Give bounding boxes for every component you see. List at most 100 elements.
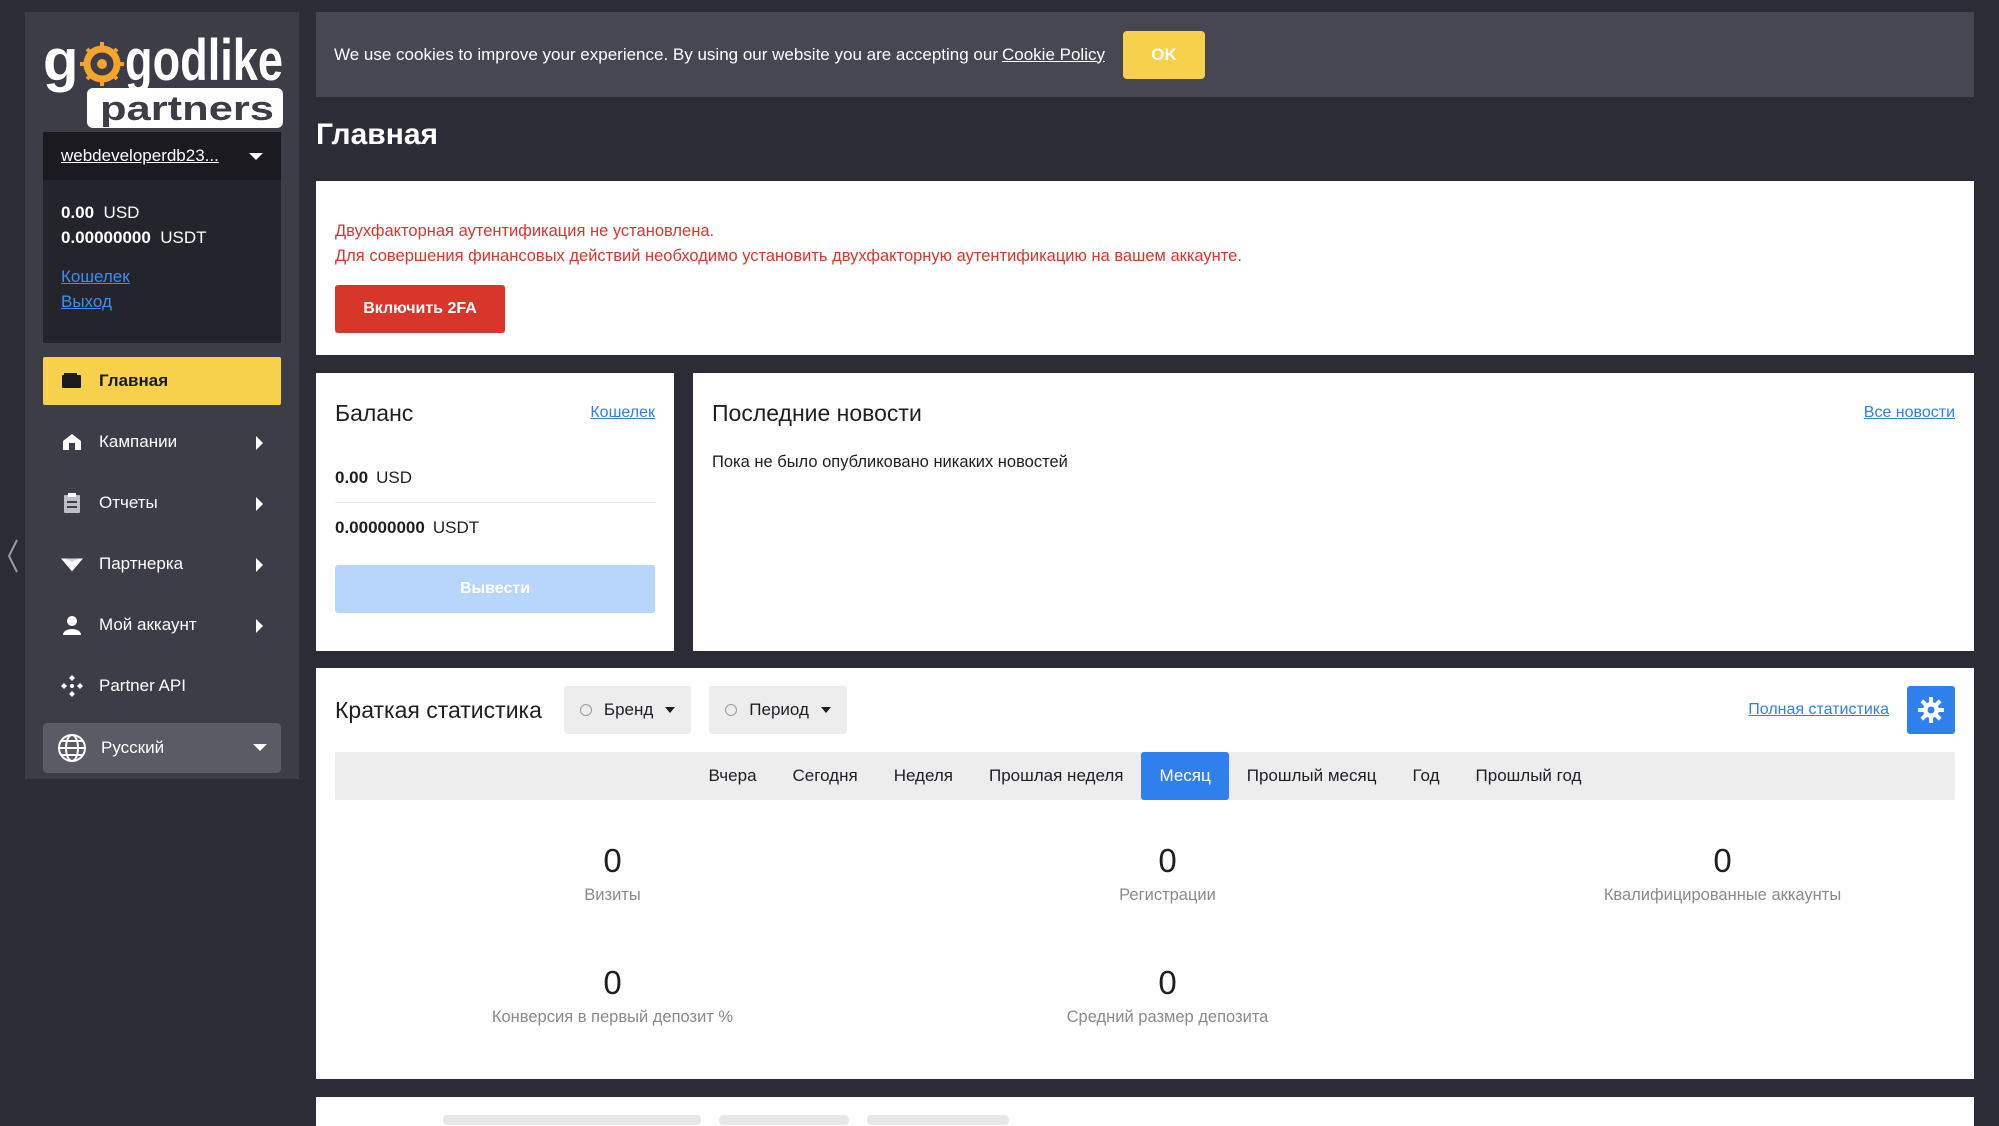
account-balance-usd: 0.00 USD xyxy=(61,203,140,222)
cookie-ok-button[interactable]: OK xyxy=(1122,30,1205,79)
twofa-alert: Двухфакторная аутентификация не установл… xyxy=(316,181,1974,355)
news-empty-text: Пока не было опубликовано никаких новост… xyxy=(712,453,1068,471)
metric-avg-deposit: 0 Средний размер депозита xyxy=(890,964,1445,1027)
stats-card: Краткая статистика Бренд Период Полная с… xyxy=(316,668,1974,1079)
tab-today[interactable]: Сегодня xyxy=(775,752,876,800)
sidebar-item-partner[interactable]: Партнерка xyxy=(43,540,281,588)
sidebar-nav: Главная Кампании Отчеты Партнерка Мой ак… xyxy=(43,344,281,773)
tab-last-year[interactable]: Прошлый год xyxy=(1458,752,1600,800)
api-icon xyxy=(61,675,83,697)
sidebar-item-campaigns[interactable]: Кампании xyxy=(43,418,281,466)
metric-qualified-accounts: 0 Квалифицированные аккаунты xyxy=(1445,842,1999,905)
diamond-icon xyxy=(61,553,83,575)
tab-last-month[interactable]: Прошлый месяц xyxy=(1229,752,1395,800)
chevron-right-icon xyxy=(256,619,263,633)
cookie-banner: We use cookies to improve your experienc… xyxy=(316,12,1974,97)
collapse-sidebar-icon[interactable] xyxy=(6,536,20,576)
placeholder-bar xyxy=(867,1115,1009,1125)
tab-yesterday[interactable]: Вчера xyxy=(691,752,775,800)
clipboard-icon xyxy=(61,492,83,514)
metric-value: 0 xyxy=(1713,842,1732,879)
sidebar-item-main[interactable]: Главная xyxy=(43,357,281,405)
svg-text:godlike: godlike xyxy=(125,28,283,93)
account-dropdown[interactable]: webdeveloperdb23... xyxy=(43,132,281,180)
sidebar-item-label: Партнерка xyxy=(99,554,184,573)
all-news-link[interactable]: Все новости xyxy=(1864,404,1955,422)
wallet-link[interactable]: Кошелек xyxy=(61,264,263,289)
wallet-icon xyxy=(61,370,83,392)
placeholder-bar xyxy=(719,1115,849,1125)
svg-text:g: g xyxy=(43,28,78,93)
metric-label: Средний размер депозита xyxy=(1066,1008,1269,1026)
language-label: Русский xyxy=(101,738,165,757)
radio-icon xyxy=(579,704,592,716)
balance-card: Баланс Кошелек 0.00 USD 0.00000000 USDT Вы… xyxy=(316,373,674,651)
logout-link[interactable]: Выход xyxy=(61,289,263,314)
metric-ftd-conversion: 0 Конверсия в первый депозит % xyxy=(335,964,890,1027)
news-card: Последние новости Все новости Пока не бы… xyxy=(693,373,1974,651)
home-icon xyxy=(61,431,83,453)
metric-value: 0 xyxy=(603,842,622,879)
sidebar-item-label: Partner API xyxy=(99,676,186,695)
tab-year[interactable]: Год xyxy=(1394,752,1457,800)
sidebar-item-label: Мой аккаунт xyxy=(99,615,197,634)
tab-last-week[interactable]: Прошлая неделя xyxy=(971,752,1141,800)
svg-text:partners: partners xyxy=(100,90,274,128)
user-icon xyxy=(61,614,83,636)
sidebar: g godlike partners webdeveloperdb23... 0… xyxy=(25,12,299,779)
stats-settings-button[interactable] xyxy=(1907,686,1955,734)
chevron-down-icon xyxy=(253,744,267,751)
chevron-down-icon xyxy=(665,707,676,713)
balance-title: Баланс xyxy=(335,399,414,426)
sidebar-item-label: Отчеты xyxy=(99,493,158,512)
sidebar-item-reports[interactable]: Отчеты xyxy=(43,479,281,527)
enable-2fa-button[interactable]: Включить 2FA xyxy=(335,285,505,333)
placeholder-bar xyxy=(443,1115,701,1125)
metric-label: Регистрации xyxy=(1119,886,1216,904)
tab-month[interactable]: Месяц xyxy=(1141,752,1229,800)
account-balance-usdt: 0.00000000 USDT xyxy=(61,228,207,247)
sidebar-item-partner-api[interactable]: Partner API xyxy=(43,662,281,710)
alert-line-2: Для совершения финансовых действий необх… xyxy=(335,247,1242,265)
chevron-down-icon xyxy=(820,707,831,713)
gear-icon xyxy=(1918,697,1944,723)
balance-row-usdt: 0.00000000 USDT xyxy=(335,518,480,537)
metric-value: 0 xyxy=(603,964,622,1001)
balance-wallet-link[interactable]: Кошелек xyxy=(590,404,655,422)
sidebar-item-label: Кампании xyxy=(99,432,178,451)
metric-value: 0 xyxy=(1158,964,1177,1001)
news-title: Последние новости xyxy=(712,399,922,426)
stats-title: Краткая статистика xyxy=(335,696,542,723)
sidebar-item-label: Главная xyxy=(99,371,169,390)
period-tabs: Вчера Сегодня Неделя Прошлая неделя Меся… xyxy=(335,752,1955,800)
metric-label: Квалифицированные аккаунты xyxy=(1603,886,1842,904)
period-filter[interactable]: Период xyxy=(709,686,847,734)
cookie-policy-link[interactable]: Cookie Policy xyxy=(1002,45,1105,65)
sidebar-item-my-account[interactable]: Мой аккаунт xyxy=(43,601,281,649)
page-title: Главная xyxy=(316,118,439,151)
globe-icon xyxy=(57,733,87,763)
language-select[interactable]: Русский xyxy=(43,723,281,773)
cookie-text: We use cookies to improve your experienc… xyxy=(334,44,998,64)
balance-row-usd: 0.00 USD xyxy=(335,453,655,503)
metric-label: Визиты xyxy=(584,886,641,904)
next-card-partial xyxy=(316,1097,1974,1126)
metric-value: 0 xyxy=(1158,842,1177,879)
account-username[interactable]: webdeveloperdb23... xyxy=(61,146,241,166)
metric-label: Конверсия в первый депозит % xyxy=(491,1008,734,1026)
alert-line-1: Двухфакторная аутентификация не установл… xyxy=(335,222,715,240)
chevron-right-icon xyxy=(256,558,263,572)
tab-week[interactable]: Неделя xyxy=(876,752,971,800)
account-box: webdeveloperdb23... 0.00 USD 0.00000000 … xyxy=(43,132,281,343)
metric-registrations: 0 Регистрации xyxy=(890,842,1445,905)
metric-visits: 0 Визиты xyxy=(335,842,890,905)
brand-logo[interactable]: g godlike partners xyxy=(43,28,283,132)
chevron-right-icon xyxy=(256,497,263,511)
radio-icon xyxy=(725,704,738,716)
account-balances: 0.00 USD 0.00000000 USDT xyxy=(43,180,281,250)
chevron-right-icon xyxy=(256,436,263,450)
chevron-down-icon[interactable] xyxy=(249,152,263,160)
brand-filter[interactable]: Бренд xyxy=(563,686,692,734)
full-stats-link[interactable]: Полная статистика xyxy=(1748,701,1889,719)
withdraw-button[interactable]: Вывести xyxy=(335,565,655,613)
